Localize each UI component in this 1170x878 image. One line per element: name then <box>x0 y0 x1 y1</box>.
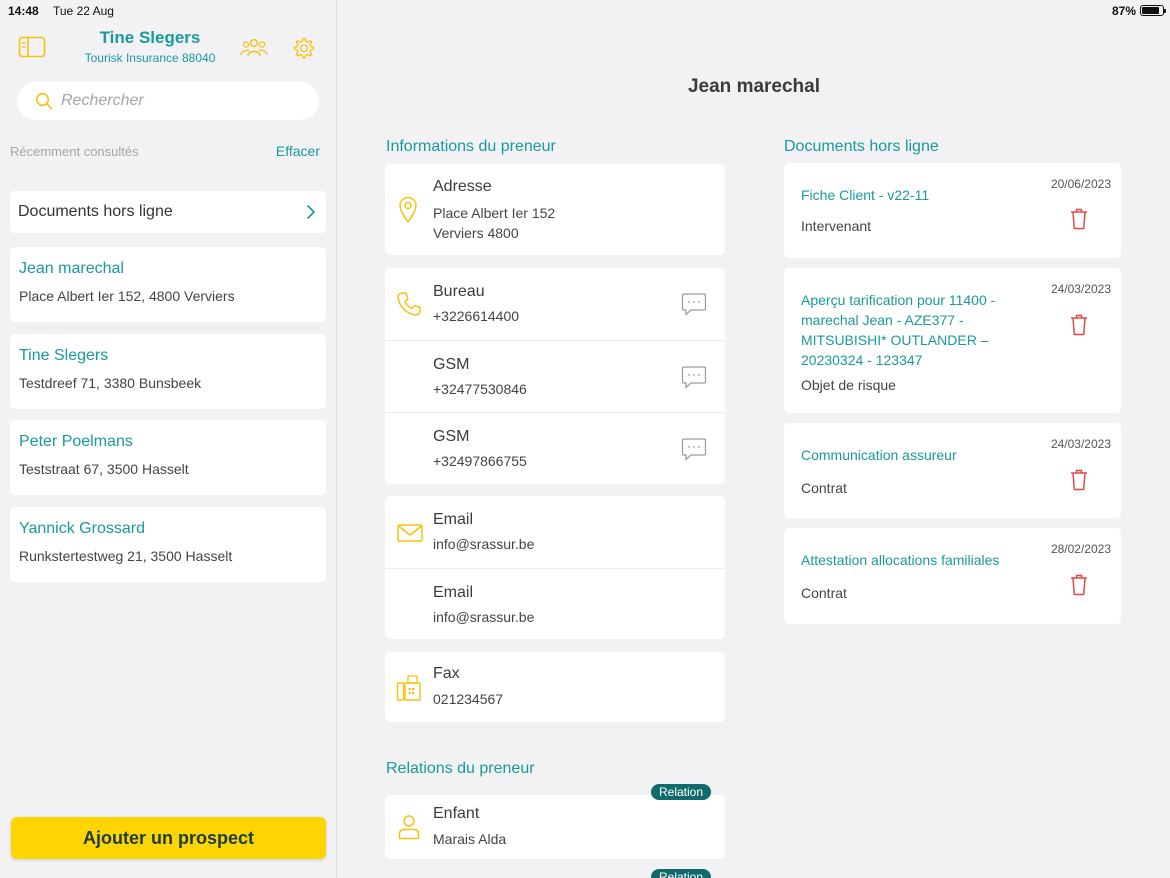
phone-label: GSM <box>433 356 470 373</box>
document-title: Communication assureur <box>801 447 957 463</box>
phone-number[interactable]: +3226614400 <box>433 308 519 324</box>
clear-recent-button[interactable]: Effacer <box>276 143 320 159</box>
relation-type: Enfant <box>433 805 480 822</box>
email-address[interactable]: info@srassur.be <box>433 609 534 625</box>
phone-label: GSM <box>433 428 470 445</box>
email-label: Email <box>433 511 474 528</box>
message-icon[interactable] <box>681 365 707 394</box>
trash-icon[interactable] <box>1070 469 1088 496</box>
fax-number: 021234567 <box>433 691 504 707</box>
relations-section-title: Relations du preneur <box>386 760 535 777</box>
recent-client-address: Teststraat 67, 3500 Hasselt <box>19 461 189 477</box>
document-type: Intervenant <box>801 218 872 234</box>
address-card[interactable]: Adresse Place Albert Ier 152 Verviers 48… <box>385 164 725 255</box>
recent-client-card[interactable]: Tine Slegers Testdreef 71, 3380 Bunsbeek <box>10 334 326 409</box>
document-title: Attestation allocations familiales <box>801 552 1000 568</box>
phone-row[interactable]: Bureau +3226614400 <box>385 268 725 340</box>
phone-number[interactable]: +32497866755 <box>433 453 527 469</box>
recent-client-address: Place Albert Ier 152, 4800 Verviers <box>19 288 235 304</box>
gear-icon[interactable] <box>292 37 314 59</box>
recent-client-card[interactable]: Yannick Grossard Runkstertestweg 21, 350… <box>10 507 326 582</box>
status-time: 14:48 <box>8 4 39 18</box>
recent-client-name: Peter Poelmans <box>19 433 133 450</box>
add-prospect-button[interactable]: Ajouter un prospect <box>11 817 326 859</box>
search-input[interactable] <box>61 92 301 110</box>
person-icon <box>398 814 420 845</box>
relation-card[interactable]: Enfant Marais Alda <box>385 795 725 859</box>
recent-client-name: Tine Slegers <box>19 347 109 364</box>
email-card: Email info@srassur.be Email info@srassur… <box>385 496 725 639</box>
relation-name: Marais Alda <box>433 831 507 847</box>
page-title: Jean marechal <box>687 76 821 97</box>
email-row[interactable]: Email info@srassur.be <box>385 496 725 568</box>
fax-card[interactable]: Fax 021234567 <box>385 652 725 722</box>
fax-icon <box>396 674 422 707</box>
email-row[interactable]: Email info@srassur.be <box>385 568 725 639</box>
relation-badge: Relation <box>651 869 712 878</box>
relation-badge: Relation <box>651 784 712 800</box>
document-card[interactable]: 20/06/2023 Fiche Client - v22-11 Interve… <box>784 163 1121 258</box>
document-type: Objet de risque <box>801 377 896 393</box>
address-label: Adresse <box>433 178 492 195</box>
phone-row[interactable]: GSM +32477530846 <box>385 340 725 412</box>
document-card[interactable]: 28/02/2023 Attestation allocations famil… <box>784 528 1121 624</box>
email-label: Email <box>433 584 474 601</box>
search-bar[interactable] <box>17 82 319 120</box>
phone-icon <box>396 291 422 322</box>
recent-client-card[interactable]: Jean marechal Place Albert Ier 152, 4800… <box>10 247 326 322</box>
recent-client-name: Jean marechal <box>19 260 124 277</box>
docs-section-title: Documents hors ligne <box>784 138 939 155</box>
document-title: Aperçu tarification pour 11400 - marecha… <box>801 292 996 368</box>
message-icon[interactable] <box>681 437 707 466</box>
location-pin-icon <box>398 196 418 229</box>
fax-label: Fax <box>433 665 460 682</box>
recent-label: Récemment consultés <box>10 144 139 159</box>
recent-client-address: Testdreef 71, 3380 Bunsbeek <box>19 375 202 391</box>
chevron-right-icon <box>307 205 315 219</box>
info-section-title: Informations du preneur <box>386 138 556 155</box>
document-date: 28/02/2023 <box>1050 542 1111 556</box>
trash-icon[interactable] <box>1070 314 1088 341</box>
recent-client-card[interactable]: Peter Poelmans Teststraat 67, 3500 Hasse… <box>10 420 326 495</box>
sidebar-toggle-icon[interactable] <box>18 36 46 58</box>
document-title: Fiche Client - v22-11 <box>801 187 930 203</box>
phone-card: Bureau +3226614400 GSM +32477530846 GSM … <box>385 268 725 484</box>
document-type: Contrat <box>801 585 847 601</box>
document-type: Contrat <box>801 480 847 496</box>
recent-client-name: Yannick Grossard <box>19 520 145 537</box>
address-line2: Verviers 4800 <box>433 225 519 241</box>
main-panel: Jean marechal Informations du preneur Ad… <box>338 0 1170 878</box>
phone-number[interactable]: +32477530846 <box>433 381 527 397</box>
email-address[interactable]: info@srassur.be <box>433 536 534 552</box>
address-line1: Place Albert Ier 152 <box>433 205 556 221</box>
offline-documents-label: Documents hors ligne <box>18 203 173 220</box>
message-icon[interactable] <box>681 292 707 321</box>
users-icon[interactable] <box>240 38 268 58</box>
sidebar: Tine Slegers Tourisk Insurance 88040 Réc… <box>0 0 337 878</box>
trash-icon[interactable] <box>1070 208 1088 235</box>
search-icon <box>35 92 53 110</box>
document-card[interactable]: 24/03/2023 Aperçu tarification pour 1140… <box>784 268 1121 413</box>
phone-row[interactable]: GSM +32497866755 <box>385 412 725 484</box>
envelope-icon <box>397 524 423 547</box>
offline-documents-item[interactable]: Documents hors ligne <box>10 191 326 233</box>
document-date: 24/03/2023 <box>1050 437 1111 451</box>
recent-client-address: Runkstertestweg 21, 3500 Hasselt <box>19 548 233 564</box>
document-card[interactable]: 24/03/2023 Communication assureur Contra… <box>784 423 1121 518</box>
user-name: Tine Slegers <box>99 28 201 47</box>
document-date: 24/03/2023 <box>1050 282 1111 296</box>
sidebar-header: Tine Slegers Tourisk Insurance 88040 <box>0 24 336 72</box>
status-date: Tue 22 Aug <box>53 4 114 18</box>
user-company: Tourisk Insurance 88040 <box>84 51 216 65</box>
phone-label: Bureau <box>433 283 485 300</box>
trash-icon[interactable] <box>1070 574 1088 601</box>
document-date: 20/06/2023 <box>1050 177 1111 191</box>
